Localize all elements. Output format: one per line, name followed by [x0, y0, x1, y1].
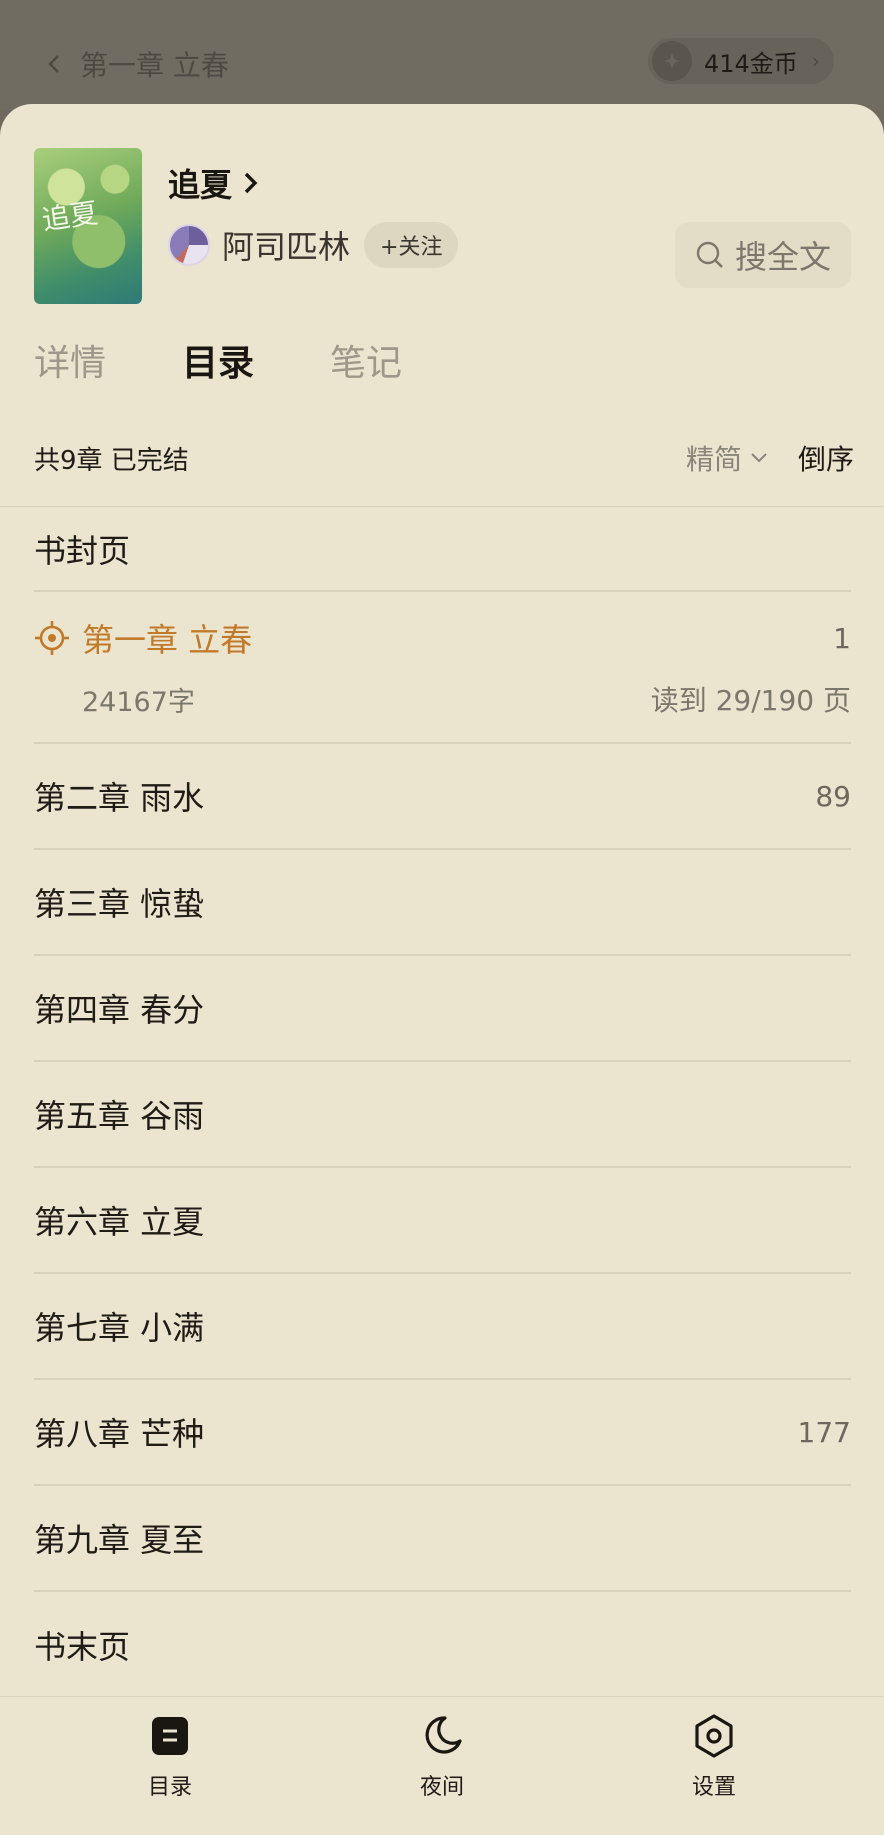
current-position-icon — [35, 621, 69, 655]
tab-details[interactable]: 详情 — [34, 334, 106, 386]
search-icon — [696, 241, 723, 268]
coin-balance-button[interactable]: 414金币 › — [648, 38, 834, 84]
toc-sheet: 追夏 追夏 阿司匹林 +关注 搜全文 详情 目录 笔记 共9章 已完结 精简 倒… — [0, 104, 884, 1835]
author-row: 阿司匹林 +关注 — [168, 222, 459, 268]
coin-icon — [652, 41, 692, 81]
author-avatar[interactable] — [168, 224, 210, 266]
list-item-end-page[interactable]: 书末页 — [34, 1592, 851, 1698]
reader-chapter-title: 第一章 立春 — [80, 49, 229, 82]
chapter-title: 第九章 夏至 — [34, 1521, 205, 1559]
chapter-list: 书封页 第一章 立春 1 24167字 读到 29/190 页 第二章 雨水 8… — [34, 507, 851, 1698]
chapter-title: 书封页 — [34, 531, 131, 570]
list-item[interactable]: 第八章 芒种 177 — [34, 1380, 851, 1486]
reading-progress: 读到 29/190 页 — [650, 684, 851, 717]
book-title-link[interactable]: 追夏 — [168, 160, 262, 206]
chapter-title: 第八章 芒种 — [34, 1415, 205, 1453]
chapter-page-number: 177 — [797, 1415, 851, 1449]
display-mode-dropdown[interactable]: 精简 — [686, 438, 768, 478]
nav-settings-button[interactable]: 设置 — [644, 1713, 784, 1801]
nav-label: 夜间 — [419, 1775, 464, 1800]
display-mode-label: 精简 — [685, 443, 742, 476]
book-title: 追夏 — [168, 166, 233, 204]
follow-button[interactable]: +关注 — [364, 222, 459, 268]
chapter-title: 第六章 立夏 — [34, 1203, 205, 1241]
nav-label: 目录 — [147, 1775, 192, 1800]
search-fulltext-button[interactable]: 搜全文 — [675, 222, 851, 288]
coin-balance: 414金币 — [704, 49, 798, 78]
chapter-summary: 共9章 已完结 — [34, 445, 189, 476]
back-button[interactable]: 第一章 立春 — [44, 44, 229, 84]
chapter-title: 第四章 春分 — [34, 991, 205, 1029]
list-item[interactable]: 第五章 谷雨 — [34, 1062, 851, 1168]
moon-icon — [425, 1716, 462, 1754]
reverse-order-button[interactable]: 倒序 — [798, 438, 854, 478]
chevron-left-icon — [48, 55, 59, 73]
reader-header: 第一章 立春 414金币 › — [0, 0, 884, 110]
chapter-title: 第五章 谷雨 — [34, 1097, 205, 1135]
author-name[interactable]: 阿司匹林 — [222, 222, 350, 268]
tab-toc[interactable]: 目录 — [182, 334, 254, 386]
list-item[interactable]: 第四章 春分 — [34, 956, 851, 1062]
nav-night-mode-button[interactable]: 夜间 — [372, 1713, 512, 1801]
toc-icon — [152, 1717, 188, 1755]
list-item[interactable]: 第二章 雨水 89 — [34, 744, 851, 850]
chapter-word-count: 24167字 — [82, 686, 195, 718]
tab-bar: 详情 目录 笔记 — [34, 334, 478, 386]
list-item[interactable]: 第九章 夏至 — [34, 1486, 851, 1592]
search-label: 搜全文 — [734, 238, 831, 276]
nav-toc-button[interactable]: 目录 — [100, 1713, 240, 1801]
chapter-title: 第三章 惊蛰 — [34, 885, 205, 923]
bottom-nav: 目录 夜间 设置 — [0, 1696, 884, 1835]
list-item-current-chapter[interactable]: 第一章 立春 1 24167字 读到 29/190 页 — [34, 592, 851, 744]
list-item-front-page[interactable]: 书封页 — [34, 507, 851, 592]
chapter-title: 第二章 雨水 — [34, 779, 205, 817]
cover-title: 追夏 — [39, 196, 100, 237]
chapter-page-number: 1 — [833, 621, 851, 655]
list-item[interactable]: 第七章 小满 — [34, 1274, 851, 1380]
nav-label: 设置 — [691, 1775, 736, 1800]
book-cover[interactable]: 追夏 — [34, 148, 142, 304]
chapter-title: 书末页 — [34, 1628, 131, 1666]
toc-meta-row: 共9章 已完结 精简 倒序 — [34, 438, 854, 478]
chevron-down-icon — [751, 453, 767, 463]
tab-notes[interactable]: 笔记 — [330, 334, 402, 386]
chevron-right-icon — [244, 172, 258, 194]
settings-icon — [695, 1714, 733, 1758]
list-item[interactable]: 第三章 惊蛰 — [34, 850, 851, 956]
follow-label: +关注 — [380, 235, 443, 260]
chapter-page-number: 89 — [815, 779, 851, 813]
chevron-right-icon: › — [812, 49, 820, 73]
chapter-title: 第七章 小满 — [34, 1309, 205, 1347]
chapter-title: 第一章 立春 — [82, 621, 253, 659]
list-item[interactable]: 第六章 立夏 — [34, 1168, 851, 1274]
